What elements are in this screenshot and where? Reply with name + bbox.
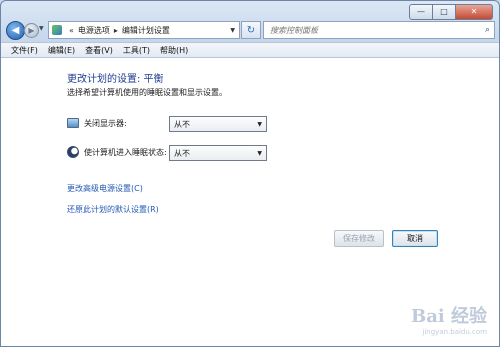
- main-content: 更改计划的设置: 平衡 选择希望计算机使用的睡眠设置和显示设置。 关闭显示器: …: [1, 58, 499, 346]
- chevron-down-icon: ▼: [257, 149, 262, 157]
- menu-tools[interactable]: 工具(T): [118, 45, 155, 56]
- monitor-icon: [67, 118, 79, 128]
- caption-buttons: — □ ✕: [409, 4, 493, 20]
- address-bar[interactable]: « 电源选项 ▸ 编辑计划设置 ▼: [48, 21, 240, 39]
- menu-file[interactable]: 文件(F): [1, 45, 43, 56]
- restore-defaults-link[interactable]: 还原此计划的默认设置(R): [67, 204, 159, 215]
- address-dropdown-icon[interactable]: ▼: [230, 27, 235, 34]
- sleep-value: 从不: [174, 148, 190, 158]
- close-button[interactable]: ✕: [456, 4, 493, 20]
- page-subtitle: 选择希望计算机使用的睡眠设置和显示设置。: [67, 88, 227, 97]
- minimize-button[interactable]: —: [409, 4, 433, 20]
- refresh-button[interactable]: ↻: [241, 21, 261, 39]
- advanced-power-settings-link[interactable]: 更改高级电源设置(C): [67, 183, 143, 194]
- display-off-select[interactable]: 从不 ▼: [169, 116, 267, 132]
- control-panel-icon: [52, 25, 62, 35]
- page-title: 更改计划的设置: 平衡: [67, 74, 164, 85]
- breadcrumb-edit-plan[interactable]: 编辑计划设置: [122, 25, 170, 36]
- cancel-button[interactable]: 取消: [392, 230, 438, 247]
- sleep-select[interactable]: 从不 ▼: [169, 145, 267, 161]
- search-icon[interactable]: ⌕: [485, 25, 490, 35]
- menu-bar: 文件(F) 编辑(E) 查看(V) 工具(T) 帮助(H): [1, 42, 499, 58]
- watermark: Bai 经验 jingyan.baidu.com: [411, 302, 487, 336]
- menu-edit[interactable]: 编辑(E): [43, 45, 80, 56]
- display-off-setting: 关闭显示器:: [67, 115, 127, 131]
- search-input[interactable]: [268, 24, 472, 36]
- back-button[interactable]: ◀: [6, 21, 25, 40]
- app-window: — □ ✕ ◀ ▶ ▼ « 电源选项 ▸ 编辑计划设置 ▼ ↻ ⌕ 文件(F) …: [0, 0, 500, 347]
- sleep-setting: 使计算机进入睡眠状态:: [67, 144, 167, 160]
- breadcrumb-power-options[interactable]: 电源选项: [78, 25, 110, 36]
- watermark-logo: Bai 经验: [411, 306, 487, 327]
- menu-view[interactable]: 查看(V): [80, 45, 118, 56]
- search-box[interactable]: ⌕: [263, 21, 495, 39]
- display-off-value: 从不: [174, 119, 190, 129]
- maximize-button[interactable]: □: [433, 4, 456, 20]
- display-off-label: 关闭显示器:: [84, 118, 127, 128]
- recent-pages-dropdown-icon[interactable]: ▼: [39, 25, 44, 32]
- sleep-label: 使计算机进入睡眠状态:: [84, 147, 167, 157]
- chevron-down-icon: ▼: [257, 120, 262, 128]
- save-button[interactable]: 保存修改: [334, 230, 384, 247]
- breadcrumb-separator-icon[interactable]: ▸: [114, 26, 118, 35]
- overflow-chevron[interactable]: «: [69, 26, 74, 35]
- moon-icon: [67, 146, 79, 158]
- forward-button[interactable]: ▶: [24, 23, 39, 38]
- navigation-bar: ◀ ▶ ▼ « 电源选项 ▸ 编辑计划设置 ▼ ↻ ⌕: [5, 20, 495, 40]
- watermark-url: jingyan.baidu.com: [422, 328, 487, 336]
- menu-help[interactable]: 帮助(H): [155, 45, 193, 56]
